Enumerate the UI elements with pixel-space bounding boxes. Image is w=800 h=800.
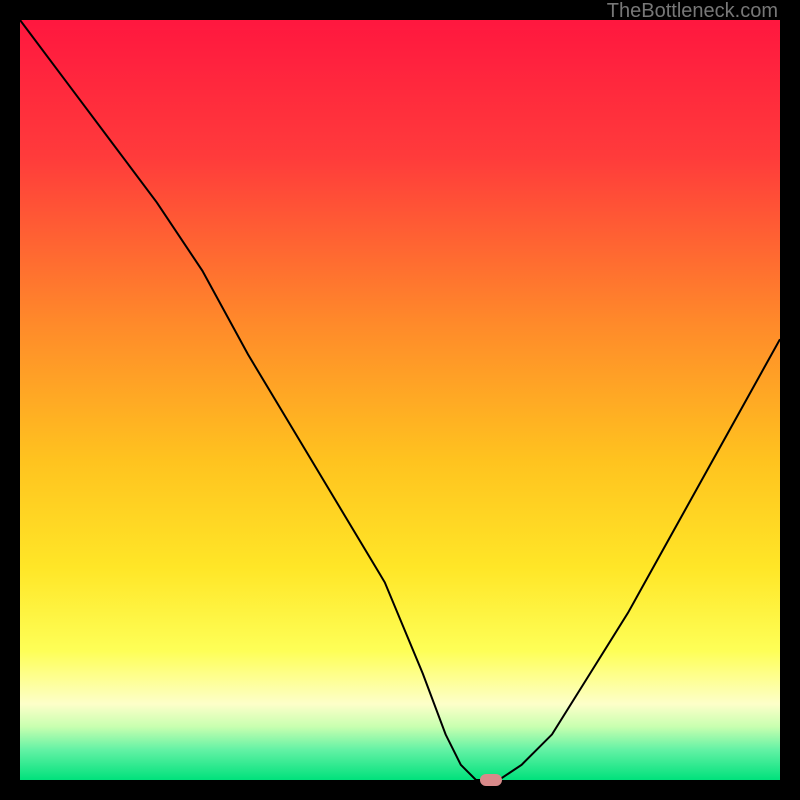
chart-frame: TheBottleneck.com xyxy=(0,0,800,800)
optimal-marker xyxy=(480,774,502,786)
bottleneck-curve xyxy=(20,20,780,780)
plot-area xyxy=(20,20,780,780)
watermark-text: TheBottleneck.com xyxy=(607,0,778,23)
